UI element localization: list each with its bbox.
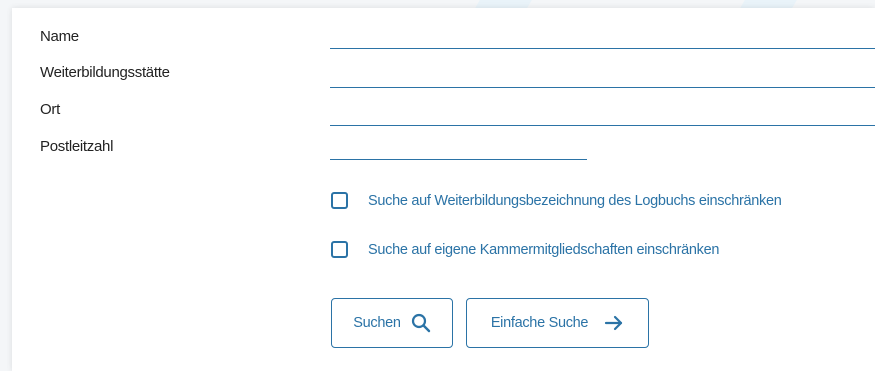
kammer-checkbox[interactable] [331,241,348,258]
logbuch-checkbox-row[interactable]: Suche auf Weiterbildungsbezeichnung des … [331,192,782,209]
name-input[interactable] [330,26,875,49]
simple-search-button-label: Einfache Suche [490,315,589,331]
search-button-label: Suchen [353,315,401,331]
name-label: Name [40,28,79,45]
arrow-right-icon [604,314,624,332]
logbuch-checkbox[interactable] [331,192,348,209]
ort-label: Ort [40,101,60,118]
postleitzahl-input[interactable] [330,137,587,160]
kammer-checkbox-row[interactable]: Suche auf eigene Kammermitgliedschaften … [331,241,719,258]
logbuch-checkbox-label[interactable]: Suche auf Weiterbildungsbezeichnung des … [368,193,782,209]
weiterbildungsstaette-input[interactable] [330,65,875,88]
search-button[interactable]: Suchen [331,298,453,348]
simple-search-button[interactable]: Einfache Suche [466,298,649,348]
search-icon [411,313,431,333]
ort-input[interactable] [330,103,875,126]
postleitzahl-label: Postleitzahl [40,138,114,155]
kammer-checkbox-label[interactable]: Suche auf eigene Kammermitgliedschaften … [368,242,719,258]
weiterbildungsstaette-label: Weiterbildungsstätte [40,64,170,81]
